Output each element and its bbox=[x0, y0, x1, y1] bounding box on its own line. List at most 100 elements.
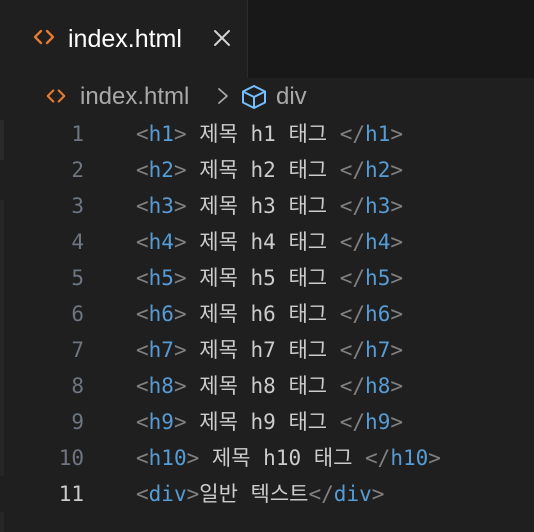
tag-bracket: > bbox=[371, 482, 385, 506]
element-text: 제목 h5 태그 bbox=[186, 266, 340, 290]
element-text: 제목 h4 태그 bbox=[186, 230, 340, 254]
close-tag-name: h5 bbox=[365, 266, 391, 290]
tag-bracket: </ bbox=[339, 374, 366, 398]
code-content[interactable]: <h3> 제목 h3 태그 </h3> bbox=[136, 188, 403, 224]
line-number: 2 bbox=[71, 158, 84, 182]
close-tag-name: h6 bbox=[365, 302, 391, 326]
tag-bracket: < bbox=[136, 194, 149, 218]
code-content[interactable]: <h6> 제목 h6 태그 </h6> bbox=[136, 296, 403, 332]
close-tag-name: h4 bbox=[365, 230, 391, 254]
close-tag-name: h7 bbox=[365, 338, 391, 362]
tag-bracket: > bbox=[390, 302, 403, 326]
close-tag-name: h2 bbox=[365, 158, 391, 182]
tag-bracket: > bbox=[173, 194, 187, 218]
tag-bracket: < bbox=[136, 446, 149, 470]
tag-bracket: > bbox=[390, 194, 403, 218]
code-content[interactable]: <h8> 제목 h8 태그 </h8> bbox=[136, 368, 403, 404]
tag-bracket: < bbox=[136, 266, 149, 290]
tab-label: index.html bbox=[68, 25, 182, 53]
html-file-icon bbox=[33, 29, 55, 45]
tag-bracket: > bbox=[173, 266, 187, 290]
code-content[interactable]: <h4> 제목 h4 태그 </h4> bbox=[136, 224, 403, 260]
close-tag-name: h8 bbox=[365, 374, 391, 398]
code-line[interactable]: 3 <h3> 제목 h3 태그 </h3> bbox=[0, 188, 534, 224]
tab-index-html[interactable]: index.html bbox=[0, 0, 248, 78]
close-icon[interactable] bbox=[211, 27, 233, 49]
open-tag-name: h3 bbox=[148, 194, 174, 218]
open-tag-name: h5 bbox=[148, 266, 174, 290]
tag-bracket: < bbox=[136, 482, 149, 506]
tag-bracket: > bbox=[390, 374, 403, 398]
close-tag-name: h3 bbox=[365, 194, 391, 218]
tag-bracket: > bbox=[428, 446, 441, 470]
line-number: 10 bbox=[58, 446, 84, 470]
tag-bracket: > bbox=[186, 482, 200, 506]
tag-bracket: < bbox=[136, 122, 149, 146]
tag-bracket: > bbox=[390, 158, 403, 182]
tag-bracket: </ bbox=[339, 302, 366, 326]
close-tag-name: h1 bbox=[365, 122, 391, 146]
code-content[interactable]: <h2> 제목 h2 태그 </h2> bbox=[136, 152, 403, 188]
code-line[interactable]: 6 <h6> 제목 h6 태그 </h6> bbox=[0, 296, 534, 332]
code-content[interactable]: <h10> 제목 h10 태그 </h10> bbox=[136, 440, 441, 476]
tag-bracket: </ bbox=[339, 122, 366, 146]
code-line[interactable]: 1 <h1> 제목 h1 태그 </h1> bbox=[0, 116, 534, 152]
code-line[interactable]: 7 <h7> 제목 h7 태그 </h7> bbox=[0, 332, 534, 368]
code-content[interactable]: <h7> 제목 h7 태그 </h7> bbox=[136, 332, 403, 368]
code-line[interactable]: 9 <h9> 제목 h9 태그 </h9> bbox=[0, 404, 534, 440]
tab-bar: index.html bbox=[0, 0, 534, 78]
tag-bracket: </ bbox=[339, 266, 366, 290]
tag-bracket: < bbox=[136, 230, 149, 254]
code-content[interactable]: <h1> 제목 h1 태그 </h1> bbox=[136, 116, 403, 152]
code-line[interactable]: 2 <h2> 제목 h2 태그 </h2> bbox=[0, 152, 534, 188]
breadcrumb-file[interactable]: index.html bbox=[80, 81, 189, 113]
line-number: 7 bbox=[71, 338, 84, 362]
open-tag-name: h4 bbox=[148, 230, 174, 254]
element-text: 제목 h3 태그 bbox=[186, 194, 340, 218]
tag-bracket: < bbox=[136, 302, 149, 326]
open-tag-name: h8 bbox=[148, 374, 174, 398]
line-number: 11 bbox=[58, 482, 84, 506]
code-line[interactable]: 8 <h8> 제목 h8 태그 </h8> bbox=[0, 368, 534, 404]
code-content[interactable]: <div>일반 텍스트</div> bbox=[136, 476, 384, 512]
chevron-right-icon bbox=[218, 88, 228, 104]
tag-bracket: > bbox=[173, 338, 187, 362]
close-tag-name: div bbox=[333, 482, 372, 506]
code-content[interactable]: <h5> 제목 h5 태그 </h5> bbox=[136, 260, 403, 296]
code-line[interactable]: 11 <div>일반 텍스트</div> bbox=[0, 476, 534, 512]
tag-bracket: </ bbox=[339, 230, 366, 254]
code-line[interactable]: 5 <h5> 제목 h5 태그 </h5> bbox=[0, 260, 534, 296]
line-number: 8 bbox=[71, 374, 84, 398]
code-line[interactable]: 4 <h4> 제목 h4 태그 </h4> bbox=[0, 224, 534, 260]
line-number: 5 bbox=[71, 266, 84, 290]
tag-bracket: > bbox=[390, 230, 403, 254]
cube-icon bbox=[242, 85, 266, 109]
tag-bracket: > bbox=[173, 410, 187, 434]
close-tag-name: h10 bbox=[390, 446, 429, 470]
line-number: 1 bbox=[71, 122, 84, 146]
open-tag-name: h10 bbox=[148, 446, 187, 470]
tag-bracket: </ bbox=[308, 482, 334, 506]
tag-bracket: > bbox=[173, 230, 187, 254]
tag-bracket: > bbox=[173, 158, 187, 182]
tag-bracket: < bbox=[136, 338, 149, 362]
tag-bracket: < bbox=[136, 410, 149, 434]
tag-bracket: </ bbox=[339, 410, 366, 434]
code-line[interactable]: 10 <h10> 제목 h10 태그 </h10> bbox=[0, 440, 534, 476]
element-text: 제목 h9 태그 bbox=[186, 410, 340, 434]
tag-bracket: > bbox=[186, 446, 200, 470]
tag-bracket: </ bbox=[339, 338, 366, 362]
tag-bracket: > bbox=[390, 410, 403, 434]
tag-bracket: </ bbox=[339, 194, 366, 218]
code-editor[interactable]: 1 <h1> 제목 h1 태그 </h1> 2 <h2> 제목 h2 태그 </h2>… bbox=[0, 116, 534, 532]
html-file-icon[interactable] bbox=[45, 85, 67, 107]
close-tag-name: h9 bbox=[365, 410, 391, 434]
open-tag-name: h7 bbox=[148, 338, 174, 362]
element-text: 제목 h2 태그 bbox=[186, 158, 340, 182]
tag-bracket: < bbox=[136, 374, 149, 398]
element-text: 제목 h6 태그 bbox=[186, 302, 340, 326]
breadcrumb-element[interactable]: div bbox=[276, 81, 307, 113]
code-content[interactable]: <h9> 제목 h9 태그 </h9> bbox=[136, 404, 403, 440]
open-tag-name: div bbox=[148, 482, 187, 506]
open-tag-name: h9 bbox=[148, 410, 174, 434]
